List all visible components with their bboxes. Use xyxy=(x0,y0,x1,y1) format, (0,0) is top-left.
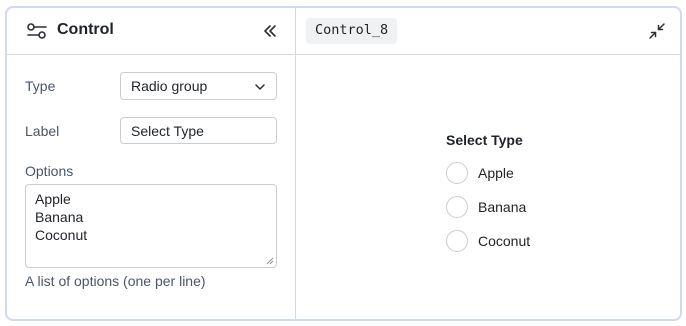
options-textarea[interactable]: Apple Banana Coconut xyxy=(25,184,277,268)
label-label: Label xyxy=(25,123,60,139)
type-select-value: Radio group xyxy=(131,78,208,94)
collapse-panel-button[interactable] xyxy=(262,23,278,39)
panel-title: Control xyxy=(57,21,114,38)
preview-header: Control_8 xyxy=(296,8,680,55)
control-settings-panel: Control Type Radio group Label Options A… xyxy=(7,8,296,319)
radio-label: Coconut xyxy=(478,233,531,249)
radio-option-coconut[interactable]: Coconut xyxy=(446,224,530,258)
sliders-icon xyxy=(26,22,48,40)
control-name-tab[interactable]: Control_8 xyxy=(306,18,398,44)
chevron-down-icon xyxy=(255,84,265,90)
radio-button[interactable] xyxy=(446,162,468,184)
settings-header: Control xyxy=(7,8,295,55)
minimize-button[interactable] xyxy=(648,22,666,40)
resize-grip-icon[interactable] xyxy=(266,257,274,265)
minimize-arrows-icon xyxy=(649,23,665,39)
control-editor-window: Control Type Radio group Label Options A… xyxy=(5,6,682,321)
options-line: Banana xyxy=(35,209,84,225)
radio-label: Apple xyxy=(478,165,514,181)
label-input[interactable] xyxy=(120,117,277,144)
radio-label: Banana xyxy=(478,199,527,215)
options-label: Options xyxy=(25,163,74,179)
options-hint: A list of options (one per line) xyxy=(25,273,206,289)
preview-panel: Control_8 Select Type Apple Banana Cocon… xyxy=(296,8,680,319)
radio-group-title: Select Type xyxy=(446,132,523,148)
radio-button[interactable] xyxy=(446,230,468,252)
type-label: Type xyxy=(25,78,56,94)
options-line: Apple xyxy=(35,191,71,207)
type-select[interactable]: Radio group xyxy=(120,72,277,100)
options-line: Coconut xyxy=(35,227,88,243)
radio-option-banana[interactable]: Banana xyxy=(446,190,530,224)
radio-group-preview: Select Type Apple Banana Coconut xyxy=(446,132,530,258)
radio-option-apple[interactable]: Apple xyxy=(446,156,530,190)
double-chevron-left-icon xyxy=(264,25,276,37)
radio-button[interactable] xyxy=(446,196,468,218)
